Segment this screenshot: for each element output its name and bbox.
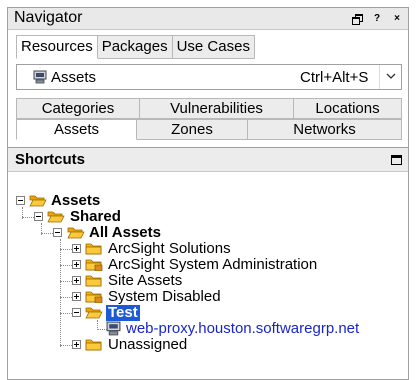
collapse-toggle[interactable] [34,212,43,221]
collapse-toggle[interactable] [72,308,81,317]
help-icon[interactable]: ? [372,13,382,24]
tab-networks[interactable]: Networks [248,119,402,140]
chevron-down-icon [386,73,396,79]
close-icon[interactable]: × [392,13,402,24]
tree-node-test[interactable]: Test [106,305,140,321]
title-bar: Navigator ? × [8,8,408,30]
collapse-toggle[interactable] [16,196,25,205]
expand-toggle[interactable] [72,244,81,253]
tree-node-site-assets[interactable]: Site Assets [108,273,182,289]
folder-locked-icon [85,291,103,303]
tree-node-web-proxy[interactable]: web-proxy.houston.softwaregrp.net [126,321,359,337]
selector-shortcut: Ctrl+Alt+S [300,69,369,86]
tab-row-front: Assets Zones Networks [16,119,402,140]
tree-node-unassigned[interactable]: Unassigned [108,337,187,353]
computer-icon [106,321,121,336]
expand-toggle[interactable] [72,260,81,269]
tab-zones[interactable]: Zones [137,119,248,140]
folder-icon [85,339,102,351]
restore-icon[interactable] [352,13,363,25]
expand-toggle[interactable] [72,340,81,349]
maximize-icon[interactable] [391,155,402,165]
panel-title: Navigator [14,9,83,26]
expand-toggle[interactable] [72,292,81,301]
expand-toggle[interactable] [72,276,81,285]
folder-open-icon [85,307,103,319]
tree-node-shared[interactable]: Shared [70,209,121,225]
tree-node-arcsight-system-administration[interactable]: ArcSight System Administration [108,257,317,273]
tree-node-arcsight-solutions[interactable]: ArcSight Solutions [108,241,231,257]
collapse-toggle[interactable] [53,228,62,237]
tree-node-assets[interactable]: Assets [51,193,100,209]
tab-categories[interactable]: Categories [16,98,140,119]
tree-node-all-assets[interactable]: All Assets [89,225,161,241]
selector-label: Assets [51,69,97,86]
tab-resources[interactable]: Resources [16,35,98,59]
folder-locked-icon [85,259,103,271]
folder-open-icon [47,211,65,223]
tab-vulnerabilities[interactable]: Vulnerabilities [140,98,294,119]
resource-selector[interactable]: Assets Ctrl+Alt+S [16,64,402,90]
resource-tabs: Resources Packages Use Cases [16,35,255,59]
shortcuts-title: Shortcuts [15,151,86,168]
folder-open-icon [67,227,85,239]
tab-packages[interactable]: Packages [97,35,173,59]
tab-row-back: Categories Vulnerabilities Locations [16,98,402,119]
folder-open-icon [29,195,47,207]
tab-locations[interactable]: Locations [294,98,402,119]
computer-icon [33,70,47,84]
tree-node-system-disabled[interactable]: System Disabled [108,289,221,305]
tab-assets[interactable]: Assets [16,119,137,140]
tab-use-cases[interactable]: Use Cases [172,35,255,59]
folder-icon [85,243,102,255]
shortcuts-header: Shortcuts [8,148,408,172]
dropdown-arrow[interactable] [379,65,401,89]
folder-icon [85,275,102,287]
